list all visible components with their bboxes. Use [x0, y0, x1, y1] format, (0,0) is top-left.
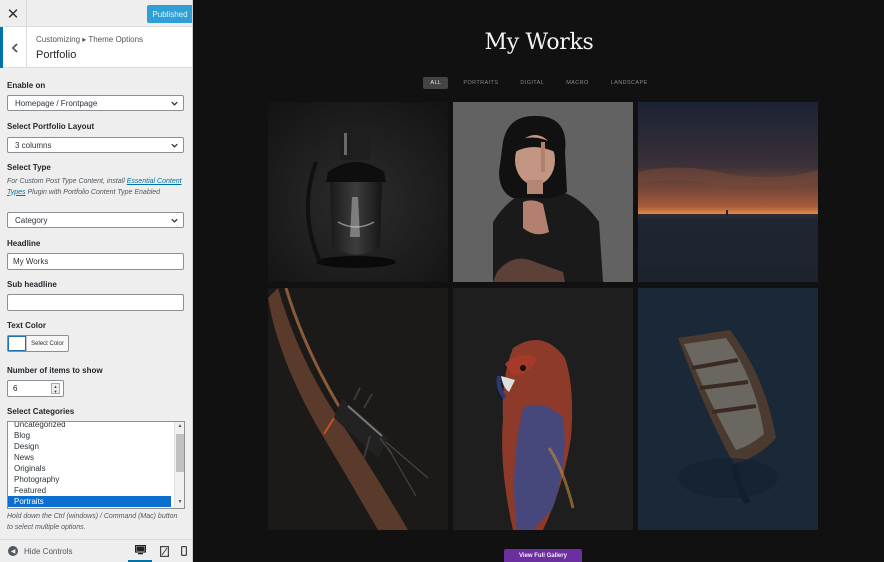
category-option[interactable]: Originals — [8, 463, 171, 474]
close-button[interactable]: ✕ — [0, 0, 27, 27]
filter-landscape[interactable]: LANDSCAPE — [604, 77, 655, 89]
items-count-label: Number of items to show — [7, 366, 103, 375]
category-option[interactable]: News — [8, 452, 171, 463]
portfolio-item-insect[interactable] — [268, 288, 448, 530]
category-option[interactable]: Blog — [8, 430, 171, 441]
close-icon: ✕ — [6, 5, 20, 23]
mobile-preview-button[interactable] — [175, 540, 192, 562]
breadcrumb: Customizing ▸ Theme Options — [36, 35, 144, 44]
desktop-icon — [134, 545, 146, 555]
select-color-label: Select Color — [31, 340, 64, 347]
lantern-photo — [268, 102, 448, 282]
section-title: Portfolio — [36, 49, 77, 61]
portfolio-item-parrot[interactable] — [453, 288, 633, 530]
sub-headline-input[interactable] — [7, 294, 184, 311]
enable-on-label: Enable on — [7, 81, 46, 90]
tablet-icon — [159, 545, 169, 557]
items-count-input[interactable]: 6 ▲ ▼ — [7, 380, 64, 397]
headline-label: Headline — [7, 239, 41, 248]
portfolio-item-lantern[interactable] — [268, 102, 448, 282]
headline-input[interactable]: My Works — [7, 253, 184, 270]
category-option[interactable]: Design — [8, 441, 171, 452]
parrot-photo — [453, 288, 633, 530]
sub-headline-label: Sub headline — [7, 280, 57, 289]
scroll-down-icon[interactable]: ▼ — [176, 499, 184, 507]
section-header: Customizing ▸ Theme Options Portfolio — [0, 27, 192, 68]
categories-scrollbar[interactable]: ▲ ▼ — [174, 422, 184, 508]
text-color-label: Text Color — [7, 321, 46, 330]
filter-digital[interactable]: DIGITAL — [513, 77, 551, 89]
chevron-down-icon — [171, 143, 178, 148]
filter-portraits[interactable]: PORTRAITS — [456, 77, 505, 89]
color-swatch — [8, 336, 27, 351]
portfolio-item-rowboat[interactable] — [638, 288, 818, 530]
categories-label: Select Categories — [7, 407, 75, 416]
rowboat-photo — [638, 288, 818, 530]
portrait-photo — [453, 102, 633, 282]
type-note: For Custom Post Type Content, install Es… — [7, 178, 182, 196]
tablet-preview-button[interactable] — [152, 540, 176, 562]
portfolio-item-sunset[interactable] — [638, 102, 818, 282]
chevron-down-icon — [171, 101, 178, 106]
enable-on-select[interactable]: Homepage / Frontpage — [7, 95, 184, 111]
type-value: Category — [15, 215, 48, 225]
layout-label: Select Portfolio Layout — [7, 122, 95, 131]
scroll-up-icon[interactable]: ▲ — [176, 423, 184, 431]
category-option[interactable]: Featured — [8, 485, 171, 496]
filter-all[interactable]: ALL — [423, 77, 449, 89]
desktop-preview-button[interactable] — [128, 540, 152, 562]
customizer-header: ✕ Published — [0, 0, 192, 27]
category-option[interactable]: Photography — [8, 474, 171, 485]
portfolio-item-portrait[interactable] — [453, 102, 633, 282]
layout-value: 3 columns — [15, 140, 52, 150]
category-option-selected[interactable]: Portraits — [8, 496, 171, 507]
portfolio-filters: ALL PORTRAITS DIGITAL MACRO LANDSCAPE — [194, 77, 884, 89]
type-label: Select Type — [7, 163, 51, 172]
view-full-gallery-button[interactable]: View Full Gallery — [504, 549, 582, 562]
items-count-value: 6 — [13, 384, 18, 393]
customizer-footer: ◀ Hide Controls — [0, 539, 192, 562]
insect-on-branch-photo — [268, 288, 448, 530]
hide-controls-label: Hide Controls — [24, 546, 73, 556]
categories-multiselect[interactable]: Uncategorized Blog Design News Originals… — [7, 421, 185, 509]
enable-on-value: Homepage / Frontpage — [15, 98, 98, 108]
chevron-left-icon — [11, 42, 18, 53]
portfolio-headline: My Works — [484, 30, 594, 55]
mobile-icon — [181, 546, 187, 556]
layout-select[interactable]: 3 columns — [7, 137, 184, 153]
published-button[interactable]: Published — [147, 5, 192, 23]
back-button[interactable] — [0, 27, 27, 68]
select-color-button[interactable]: Select Color — [7, 335, 69, 352]
number-stepper[interactable]: ▲ ▼ — [51, 383, 60, 394]
sunset-sea-photo — [638, 102, 818, 282]
chevron-down-icon — [171, 218, 178, 223]
collapse-icon: ◀ — [8, 546, 18, 556]
category-option[interactable]: Uncategorized — [8, 422, 171, 430]
categories-note: Hold down the Ctrl (windows) / Command (… — [7, 513, 178, 531]
scrollbar-thumb[interactable] — [176, 434, 184, 472]
filter-macro[interactable]: MACRO — [559, 77, 595, 89]
site-preview: My Works ALL PORTRAITS DIGITAL MACRO LAN… — [194, 0, 884, 562]
type-select[interactable]: Category — [7, 212, 184, 228]
hide-controls-button[interactable]: ◀ Hide Controls — [8, 546, 72, 556]
customizer-sidebar: ✕ Published Customizing ▸ Theme Options … — [0, 0, 193, 562]
